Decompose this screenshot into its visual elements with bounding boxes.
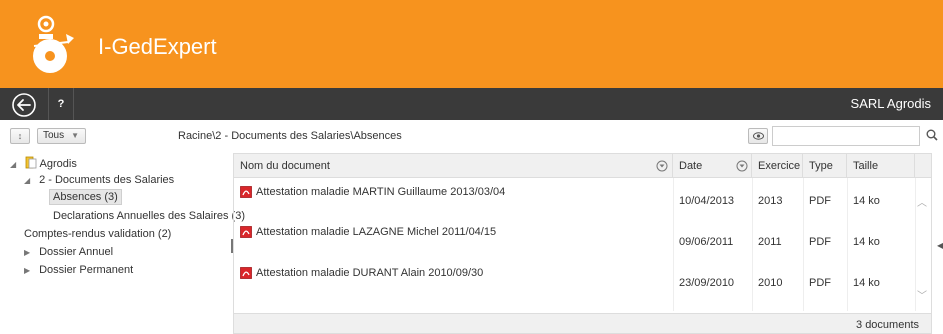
tree-item-label: Absences (3) [49,189,122,205]
column-divider [915,178,916,311]
grid-footer: 3 documents [234,313,931,333]
expand-arrow-icon[interactable]: ▶ [24,248,36,257]
tree-item-label: Dossier Annuel [39,246,114,258]
tree-item-dossier-annuel[interactable]: ▶ Dossier Annuel [24,246,113,258]
tree-item-label: 2 - Documents des Salaries [39,174,175,186]
pdf-file-icon [240,267,252,279]
document-size: 14 ko [853,195,880,207]
sort-toggle-button[interactable]: ↕ [10,128,30,144]
tree-item-declarations[interactable]: Declarations Annuelles des Salaires (3) [53,210,245,222]
breadcrumb: Racine\2 - Documents des Salaries\Absenc… [178,130,402,142]
column-header-name[interactable]: Nom du document [234,154,673,178]
document-exercice: 2010 [758,277,783,289]
column-header-type[interactable]: Type [803,154,847,178]
column-filter-icon[interactable] [736,160,748,172]
document-size: 14 ko [853,236,880,248]
document-date: 10/04/2013 [679,195,735,207]
document-name[interactable]: Attestation maladie MARTIN Guillaume 201… [256,186,505,198]
back-arrow-icon[interactable] [12,93,36,117]
pdf-file-icon [240,186,252,198]
tree-item-label: Dossier Permanent [39,264,134,276]
company-name: SARL Agrodis [850,96,931,111]
expand-arrow-icon[interactable]: ▶ [24,266,36,275]
column-header-taille[interactable]: Taille [847,154,915,178]
document-type: PDF [809,195,831,207]
grid-header: Nom du document Date Exercice Type Taill… [234,154,931,178]
document-type: PDF [809,236,831,248]
chevron-down-icon: ▼ [71,131,79,140]
tree-item-comptes-rendus[interactable]: Comptes-rendus validation (2) [24,228,171,240]
filter-select[interactable]: Tous ▼ [37,128,86,144]
scroll-down-icon[interactable]: ﹀ [917,287,927,302]
help-button[interactable]: ? [48,88,74,120]
document-exercice: 2011 [758,236,782,248]
folder-tree: ◢ Agrodis ◢ 2 - Documents des Salaries A… [0,152,245,334]
document-size: 14 ko [853,277,880,289]
tree-item-label: Declarations Annuelles des Salaires (3) [53,210,245,222]
tree-item-label: Agrodis [39,158,77,170]
scroll-up-icon[interactable]: ︿ [917,194,927,209]
column-header-label: Nom du document [240,160,330,172]
document-type: PDF [809,277,831,289]
document-grid: Nom du document Date Exercice Type Taill… [233,153,932,334]
document-date: 09/06/2011 [679,236,734,248]
column-header-label: Date [679,160,703,172]
app-logo-icon [33,15,74,73]
search-icon[interactable] [926,129,938,141]
column-filter-icon[interactable] [656,160,668,172]
table-row[interactable]: Attestation maladie MARTIN Guillaume 201… [234,179,915,224]
collapse-arrow-icon[interactable]: ◢ [24,176,36,185]
collapse-arrow-icon[interactable]: ◢ [10,160,22,169]
document-name[interactable]: Attestation maladie LAZAGNE Michel 2011/… [256,226,496,238]
column-header-exercice[interactable]: Exercice [752,154,803,178]
tree-item-label: Comptes-rendus validation (2) [24,228,172,240]
column-header-label: Taille [853,160,879,172]
top-toolbar: ? SARL Agrodis [0,88,943,120]
tree-item-dossier-permanent[interactable]: ▶ Dossier Permanent [24,264,133,276]
app-title: I-GedExpert [98,34,217,59]
document-name[interactable]: Attestation maladie DURANT Alain 2010/09… [256,267,483,279]
document-count: 3 documents [856,319,919,331]
app-header: I-GedExpert [0,0,943,88]
document-exercice: 2013 [758,195,783,207]
search-input[interactable] [772,126,920,146]
column-header-label: Exercice [758,160,801,172]
document-date: 23/09/2010 [679,277,735,289]
column-header-label: Type [809,160,833,172]
tree-item-agrodis[interactable]: ◢ Agrodis [10,156,77,170]
table-row[interactable]: Attestation maladie DURANT Alain 2010/09… [234,260,915,305]
pdf-file-icon [240,226,252,238]
eye-icon[interactable] [748,128,768,144]
tree-item-documents-salaries[interactable]: ◢ 2 - Documents des Salaries [24,174,174,186]
collapse-panel-arrow-icon[interactable]: ◀ [937,241,943,250]
table-row[interactable]: Attestation maladie LAZAGNE Michel 2011/… [234,220,915,265]
folder-tree-icon [25,156,37,169]
tree-item-absences[interactable]: Absences (3) [49,189,122,205]
filter-bar: ↕ Tous ▼ Racine\2 - Documents des Salari… [0,120,943,150]
filter-select-value: Tous [43,130,65,141]
